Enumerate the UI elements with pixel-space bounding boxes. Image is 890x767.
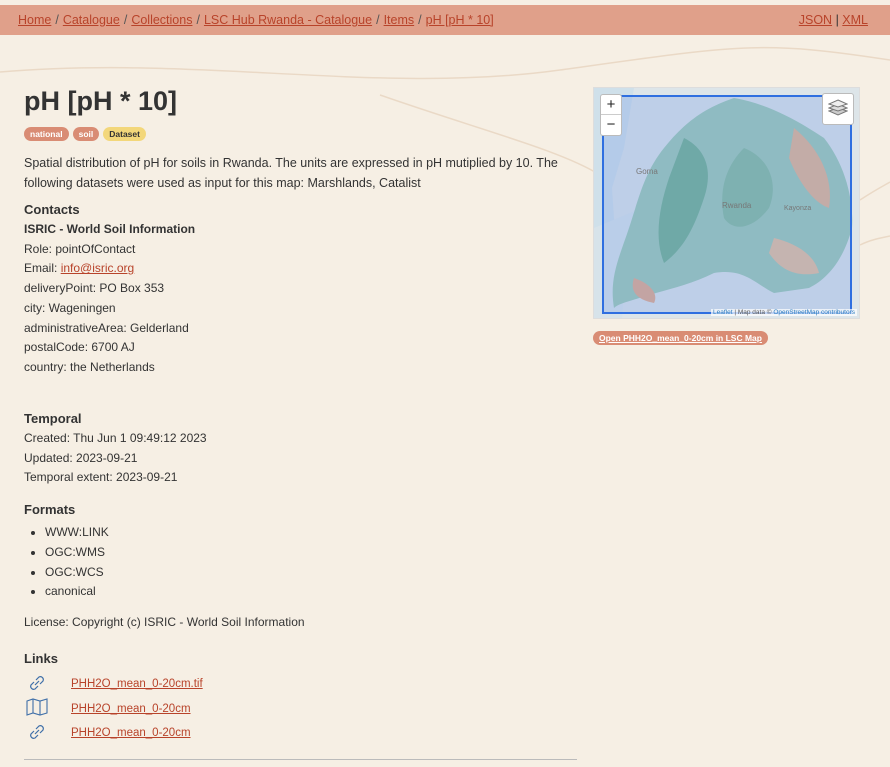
format-separator: | [835,13,839,27]
map-icon [24,698,71,719]
contact-delivery: deliveryPoint: PO Box 353 [24,281,165,296]
breadcrumb-separator: / [418,13,422,27]
breadcrumb-collections[interactable]: Collections [131,13,192,27]
top-nav-bar: Home / Catalogue / Collections / LSC Hub Rwand… [0,5,890,35]
map-place-label: Kayonza [784,205,811,212]
contact-area: administrativeArea: Gelderland [24,320,189,335]
zoom-in-button[interactable]: + [601,95,621,115]
breadcrumb-current[interactable]: pH [pH * 10] [426,13,494,27]
page-title: pH [pH * 10] [24,86,178,116]
open-in-map-button[interactable]: Open PHH2O_mean_0-20cm in LSC Map [593,331,768,345]
map-attribution: Leaflet | Map data © OpenStreetMap contr… [711,309,857,316]
temporal-updated: Updated: 2023-09-21 [24,450,138,465]
keyword-badges: national soil Dataset [24,127,146,141]
links-list: PHH2O_mean_0-20cm.tif PHH2O_mean_0-20cm … [24,672,203,746]
links-heading: Links [24,651,58,666]
temporal-extent: Temporal extent: 2023-09-21 [24,470,178,485]
breadcrumb-separator: / [123,13,128,27]
breadcrumb-catalogue[interactable]: Catalogue [63,13,120,27]
link-icon [24,722,71,745]
contact-city: city: Wageningen [24,300,116,315]
license-text: License: Copyright (c) ISRIC - World Soi… [24,615,305,629]
link-item[interactable]: PHH2O_mean_0-20cm [71,703,191,715]
layers-icon [827,98,849,120]
email-link[interactable]: info@isric.org [61,261,135,275]
formats-list: WWW:LINK OGC:WMS OGC:WCS canonical [24,523,109,602]
formats-section: Formats WWW:LINK OGC:WMS OGC:WCS canonic… [24,502,109,602]
map-view[interactable]: Goma Rwanda Kayonza + − Leaflet | Map da… [593,87,860,319]
json-link[interactable]: JSON [799,13,832,27]
breadcrumb-separator: / [376,13,380,27]
zoom-out-button[interactable]: − [601,115,621,135]
format-links: JSON | XML [799,13,868,27]
breadcrumb-collection[interactable]: LSC Hub Rwanda - Catalogue [204,13,372,27]
breadcrumb-home[interactable]: Home [18,13,51,27]
layers-button[interactable] [822,93,854,125]
format-item: canonical [45,582,109,602]
osm-link[interactable]: OpenStreetMap contributors [773,309,855,316]
contact-email-row: Email: info@isric.org [24,259,195,279]
type-badge: Dataset [103,127,146,141]
format-item: OGC:WCS [45,563,109,583]
keyword-badge[interactable]: soil [72,127,100,141]
link-row: PHH2O_mean_0-20cm [24,697,203,722]
contact-country: country: the Netherlands [24,359,155,374]
map-place-label: Goma [636,167,658,176]
description: Spatial distribution of pH for soils in … [24,156,558,190]
map-canvas[interactable]: Goma Rwanda Kayonza [594,88,860,319]
link-row: PHH2O_mean_0-20cm [24,721,203,746]
contact-org: ISRIC - World Soil Information [24,222,196,236]
contacts-section: Contacts ISRIC - World Soil Information … [24,202,195,378]
divider [24,759,577,760]
xml-link[interactable]: XML [842,13,868,27]
map-place-label: Rwanda [722,201,752,210]
format-item: WWW:LINK [45,523,109,543]
breadcrumb: Home / Catalogue / Collections / LSC Hub Rwand… [18,13,494,27]
link-item[interactable]: PHH2O_mean_0-20cm [71,727,191,739]
temporal-section: Temporal Created: Thu Jun 1 09:49:12 202… [24,411,207,488]
link-item[interactable]: PHH2O_mean_0-20cm.tif [71,678,203,690]
format-item: OGC:WMS [45,543,109,563]
links-section: Links PHH2O_mean_0-20cm.tif PHH2O_mean_0… [24,651,203,746]
formats-heading: Formats [24,502,76,517]
contacts-heading: Contacts [24,202,80,217]
temporal-created: Created: Thu Jun 1 09:49:12 2023 [24,431,207,445]
zoom-control: + − [600,94,622,136]
leaflet-link[interactable]: Leaflet [713,309,733,316]
breadcrumb-separator: / [55,13,59,27]
link-icon [24,673,71,696]
keyword-badge[interactable]: national [24,127,69,141]
breadcrumb-items[interactable]: Items [384,13,415,27]
email-label: Email: [24,261,61,276]
contact-postal: postalCode: 6700 AJ [24,340,135,355]
contact-role: Role: pointOfContact [24,241,136,256]
attribution-text: | Map data © [732,309,774,316]
temporal-heading: Temporal [24,411,82,426]
link-row: PHH2O_mean_0-20cm.tif [24,672,203,697]
breadcrumb-separator: / [196,13,200,27]
